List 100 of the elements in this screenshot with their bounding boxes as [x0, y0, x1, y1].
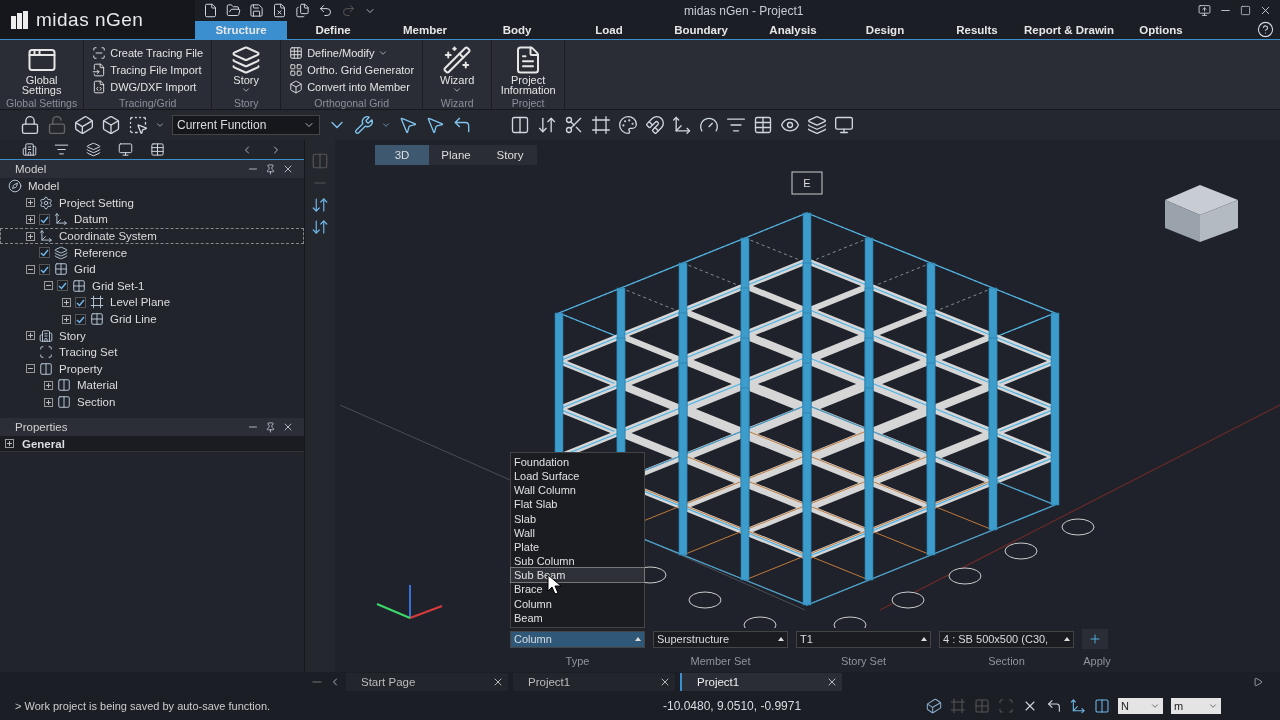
menu-item[interactable]: Slab	[511, 511, 644, 526]
cut-icon[interactable]	[564, 115, 584, 135]
tree-item-label[interactable]: Level Plane	[110, 296, 171, 309]
menu-item[interactable]: Sub Column	[511, 554, 644, 569]
new-file-icon[interactable]	[203, 3, 218, 19]
tree-row[interactable]: Datum	[0, 211, 304, 228]
menu-item[interactable]: Wall Column	[511, 483, 644, 498]
tree-row[interactable]: Grid Set-1	[0, 277, 304, 295]
tree-item-label[interactable]: Section	[77, 396, 116, 408]
ribbon-button[interactable]: Convert into Member	[287, 78, 412, 95]
length-unit-select[interactable]: m	[1171, 698, 1221, 714]
help-icon[interactable]	[1257, 21, 1274, 39]
expand-toggle[interactable]	[26, 215, 35, 224]
function-select[interactable]: Current Function	[172, 115, 320, 135]
corner-icon[interactable]	[1046, 698, 1062, 714]
view-tab[interactable]: Story	[483, 145, 537, 165]
restore-icon[interactable]	[1198, 4, 1211, 18]
close-icon[interactable]	[282, 421, 294, 433]
ribbon-button[interactable]: Global Settings	[11, 44, 72, 95]
expand-toggle[interactable]	[5, 439, 14, 448]
menu-tab[interactable]: Report & Drawin	[1023, 21, 1115, 39]
tree-row[interactable]: Tracing Set	[0, 343, 304, 361]
ribbon-button[interactable]: DWG/DXF Import	[90, 78, 199, 95]
tree-row[interactable]: Material	[0, 377, 304, 394]
box-icon[interactable]	[101, 115, 121, 135]
menu-item[interactable]: Flat Slab	[511, 497, 644, 512]
horizontal-arrows-icon[interactable]	[311, 218, 329, 236]
return-arrow-icon[interactable]	[452, 115, 472, 135]
ribbon-button[interactable]: Tracing File Import	[90, 61, 204, 78]
menu-tab[interactable]: Options	[1115, 21, 1207, 39]
undo-icon[interactable]	[318, 3, 333, 19]
expand-toggle[interactable]	[26, 364, 35, 374]
expand-toggle[interactable]	[26, 198, 35, 208]
menu-tab[interactable]: Member	[379, 21, 471, 39]
tree-row[interactable]: Project Setting	[0, 194, 304, 212]
table-tab-icon[interactable]	[150, 142, 165, 157]
checkbox[interactable]	[75, 313, 86, 325]
menu-tab[interactable]: Body	[471, 21, 563, 39]
tree-item-label[interactable]: Grid Set-1	[92, 279, 145, 292]
menu-item[interactable]: Foundation	[511, 454, 644, 469]
expand-toggle[interactable]	[62, 314, 71, 324]
menu-tab[interactable]: Define	[287, 21, 379, 39]
tree-row[interactable]: Model	[0, 178, 304, 195]
maximize-icon[interactable]	[1240, 5, 1251, 17]
tree-row[interactable]: Property	[0, 360, 304, 378]
menu-tab[interactable]: Boundary	[655, 21, 747, 39]
select-box-icon[interactable]	[74, 115, 94, 135]
ribbon-button[interactable]: Define/Modify	[287, 44, 391, 61]
vertical-arrows-icon[interactable]	[311, 196, 329, 214]
tree-item-label[interactable]: Grid	[74, 263, 96, 276]
frame-icon[interactable]	[591, 115, 611, 135]
select-field[interactable]: 4 : SB 500x500 (C30,	[939, 630, 1074, 648]
align-icon[interactable]	[537, 115, 557, 135]
view-tab[interactable]: Plane	[429, 145, 483, 165]
layers-icon[interactable]	[807, 115, 827, 135]
menu-tab[interactable]: Load	[563, 21, 655, 39]
expand-toggle[interactable]	[44, 281, 53, 291]
tree-item-label[interactable]: Grid Line	[110, 313, 157, 326]
lock-icon[interactable]	[20, 115, 40, 135]
list-tab-icon[interactable]	[54, 142, 69, 157]
menu-item[interactable]: Wall	[511, 525, 644, 540]
menu-item[interactable]: Sub Beam	[511, 568, 644, 583]
unlock-icon[interactable]	[47, 115, 67, 135]
menu-item[interactable]: Brace	[511, 582, 644, 597]
snap-icon[interactable]	[645, 115, 665, 135]
open-folder-icon[interactable]	[226, 3, 241, 19]
document-tab[interactable]: Start Page	[346, 673, 508, 691]
tree-item-label[interactable]: Reference	[74, 246, 128, 259]
tree-item-label[interactable]: Tracing Set	[59, 346, 118, 359]
pin-icon[interactable]	[265, 163, 276, 175]
menu-tab[interactable]: Design	[839, 21, 931, 39]
pointer-icon[interactable]	[398, 115, 418, 135]
document-tab[interactable]: Project1	[513, 673, 675, 691]
tree-item-label[interactable]: Datum	[74, 213, 108, 226]
checkbox[interactable]	[39, 214, 50, 225]
tree-item-label[interactable]: Story	[59, 329, 86, 342]
select-field[interactable]: Superstructure	[653, 630, 788, 648]
checkbox[interactable]	[39, 247, 50, 259]
expand-toggle[interactable]	[44, 397, 53, 407]
menu-tab[interactable]: Results	[931, 21, 1023, 39]
layers-tab-icon[interactable]	[86, 142, 101, 157]
ribbon-button[interactable]: Create Tracing File	[90, 44, 206, 61]
save-icon[interactable]	[249, 3, 264, 19]
force-unit-select[interactable]: N	[1118, 698, 1163, 714]
close-file-icon[interactable]	[272, 3, 287, 19]
tree-item-label[interactable]: Coordinate System	[59, 230, 157, 243]
expand-toggle[interactable]	[26, 331, 35, 341]
next-tab-icon[interactable]	[1253, 677, 1263, 687]
checkbox[interactable]	[39, 263, 50, 275]
menu-item[interactable]: Plate	[511, 539, 644, 555]
menu-item[interactable]: Beam	[511, 610, 644, 625]
ribbon-button[interactable]: Ortho. Grid Generator	[287, 61, 417, 78]
menu-item[interactable]: Load Surface	[511, 468, 644, 484]
add-button[interactable]	[1082, 629, 1108, 649]
monitor-icon[interactable]	[834, 115, 854, 135]
area-select-icon[interactable]	[128, 115, 148, 135]
ribbon-button[interactable]: Wizard	[429, 44, 486, 95]
view-cube-drawing[interactable]	[1165, 185, 1238, 242]
table-icon[interactable]	[753, 115, 773, 135]
tree-item-label[interactable]: Property	[59, 362, 103, 375]
